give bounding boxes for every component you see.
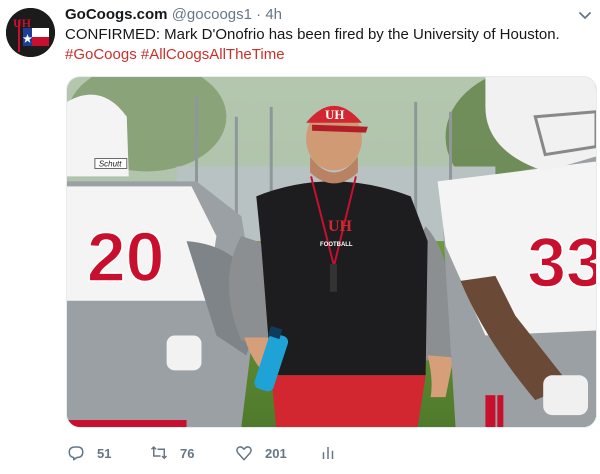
shirt-logo: UH (328, 218, 353, 235)
chevron-down-icon[interactable] (578, 9, 592, 23)
tweet-body: CONFIRMED: Mark D'Onofrio has been fired… (65, 26, 560, 43)
timestamp[interactable]: 4h (265, 6, 282, 23)
reply-icon (67, 444, 97, 462)
like-count: 201 (265, 445, 287, 461)
cap-logo: UH (325, 107, 344, 122)
tweet-header: GoCoogs.com @gocoogs1 · 4h (65, 5, 282, 25)
tweet-text: CONFIRMED: Mark D'Onofrio has been fired… (65, 25, 590, 65)
svg-text:UH: UH (13, 16, 32, 30)
avatar[interactable]: UH (6, 8, 55, 57)
analytics-button[interactable] (319, 442, 349, 464)
tweet-card[interactable]: UH GoCoogs.com @gocoogs1 · 4h CONFIRMED:… (0, 0, 600, 474)
hashtag-row: #GoCoogs #AllCoogsAllTheTime (65, 45, 590, 65)
hashtag-link[interactable]: #GoCoogs (65, 46, 137, 63)
shirt-label: FOOTBALL (320, 242, 353, 248)
reply-count: 51 (97, 445, 112, 461)
helmet-brand: Schutt (99, 159, 122, 168)
like-button[interactable]: 201 (235, 442, 287, 464)
reply-button[interactable]: 51 (67, 442, 111, 464)
tweet-photo[interactable]: 20 Schutt UH UH FOOTBALL 3 (66, 76, 597, 428)
display-name[interactable]: GoCoogs.com (65, 6, 168, 23)
analytics-icon (319, 444, 349, 462)
retweet-button[interactable]: 76 (150, 442, 194, 464)
hashtag-link[interactable]: #AllCoogsAllTheTime (141, 46, 285, 63)
retweet-count: 76 (180, 445, 195, 461)
heart-icon (235, 444, 265, 462)
separator-dot: · (256, 6, 262, 23)
tweet-actions: 51 76 201 (65, 442, 485, 464)
right-jersey-number: 33 (527, 223, 596, 301)
retweet-icon (150, 444, 180, 462)
user-handle[interactable]: @gocoogs1 (172, 6, 252, 23)
left-jersey-number: 20 (87, 218, 165, 296)
